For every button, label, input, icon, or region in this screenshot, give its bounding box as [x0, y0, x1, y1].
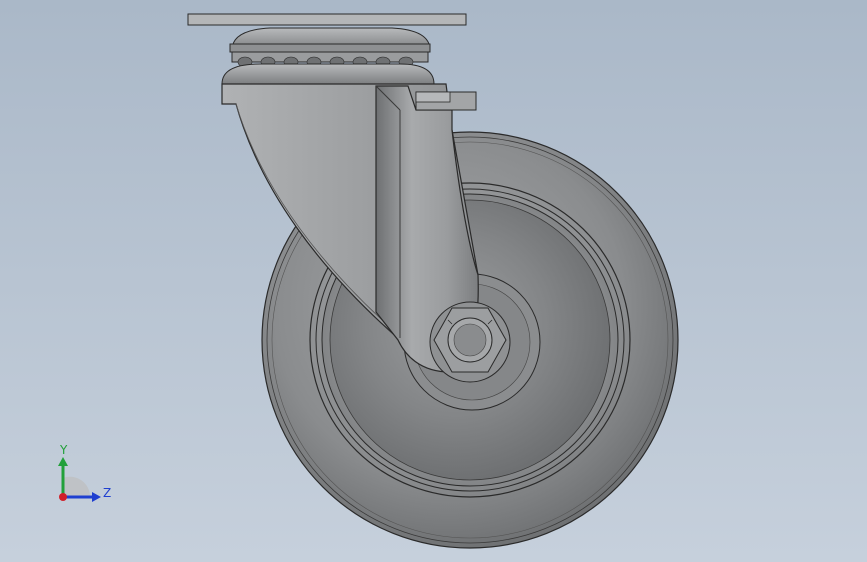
z-axis-label: Z	[103, 486, 111, 500]
view-orientation-triad: Y Z	[58, 443, 111, 502]
graphics-viewport[interactable]: Y Z	[0, 0, 867, 562]
top-mounting-plate[interactable]	[187, 13, 467, 26]
caster-wheel-model[interactable]	[0, 0, 867, 562]
y-axis-label: Y	[59, 443, 68, 457]
swivel-bearing[interactable]	[221, 27, 435, 85]
axle-nut[interactable]	[429, 301, 511, 383]
x-axis-dot	[59, 493, 67, 501]
triad-plane-shading	[63, 476, 91, 497]
